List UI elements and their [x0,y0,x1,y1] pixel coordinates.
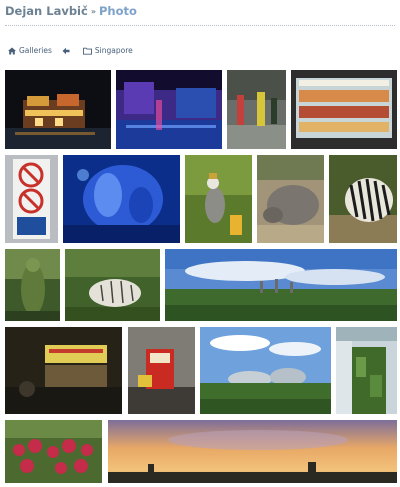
photo-white-tiger[interactable] [65,249,160,321]
page-header: Dejan Lavbič» Photo [5,4,137,18]
photo-food-display-case[interactable] [291,70,397,149]
photo-zebra[interactable] [329,155,397,243]
header-separator: » [90,7,96,16]
breadcrumb-galleries-link[interactable]: Galleries [19,46,52,55]
site-name-link[interactable]: Dejan Lavbič [5,4,88,18]
photo-blue-aquarium-sculpture[interactable] [63,155,180,243]
breadcrumb-album-link[interactable]: Singapore [95,46,133,55]
photo-no-smoking-sign[interactable] [5,155,58,243]
photo-gardens-skyline-view[interactable] [165,249,397,321]
photo-blue-lit-harbor-night[interactable] [116,70,222,149]
photo-leaf-covered-statue[interactable] [5,249,60,321]
section-title-link[interactable]: Photo [99,4,137,18]
header-divider [5,25,395,26]
photo-street-performers[interactable] [227,70,286,149]
photo-vertical-garden-wall[interactable] [336,327,397,414]
folder-icon [82,47,92,55]
photo-rhinoceros[interactable] [257,155,324,243]
photo-red-flower-bed[interactable] [5,420,102,483]
arrow-left-icon[interactable] [62,47,70,55]
photo-sunset-panorama[interactable] [108,420,397,483]
home-icon [8,47,16,55]
photo-red-vending-machine[interactable] [128,327,195,414]
photo-hawker-food-stall[interactable] [5,327,122,414]
photo-crowned-crane-bird[interactable] [185,155,252,243]
photo-flower-dome-conservatories[interactable] [200,327,331,414]
breadcrumb: Galleries Singapore [8,46,133,55]
photo-night-building-lights[interactable] [5,70,111,149]
